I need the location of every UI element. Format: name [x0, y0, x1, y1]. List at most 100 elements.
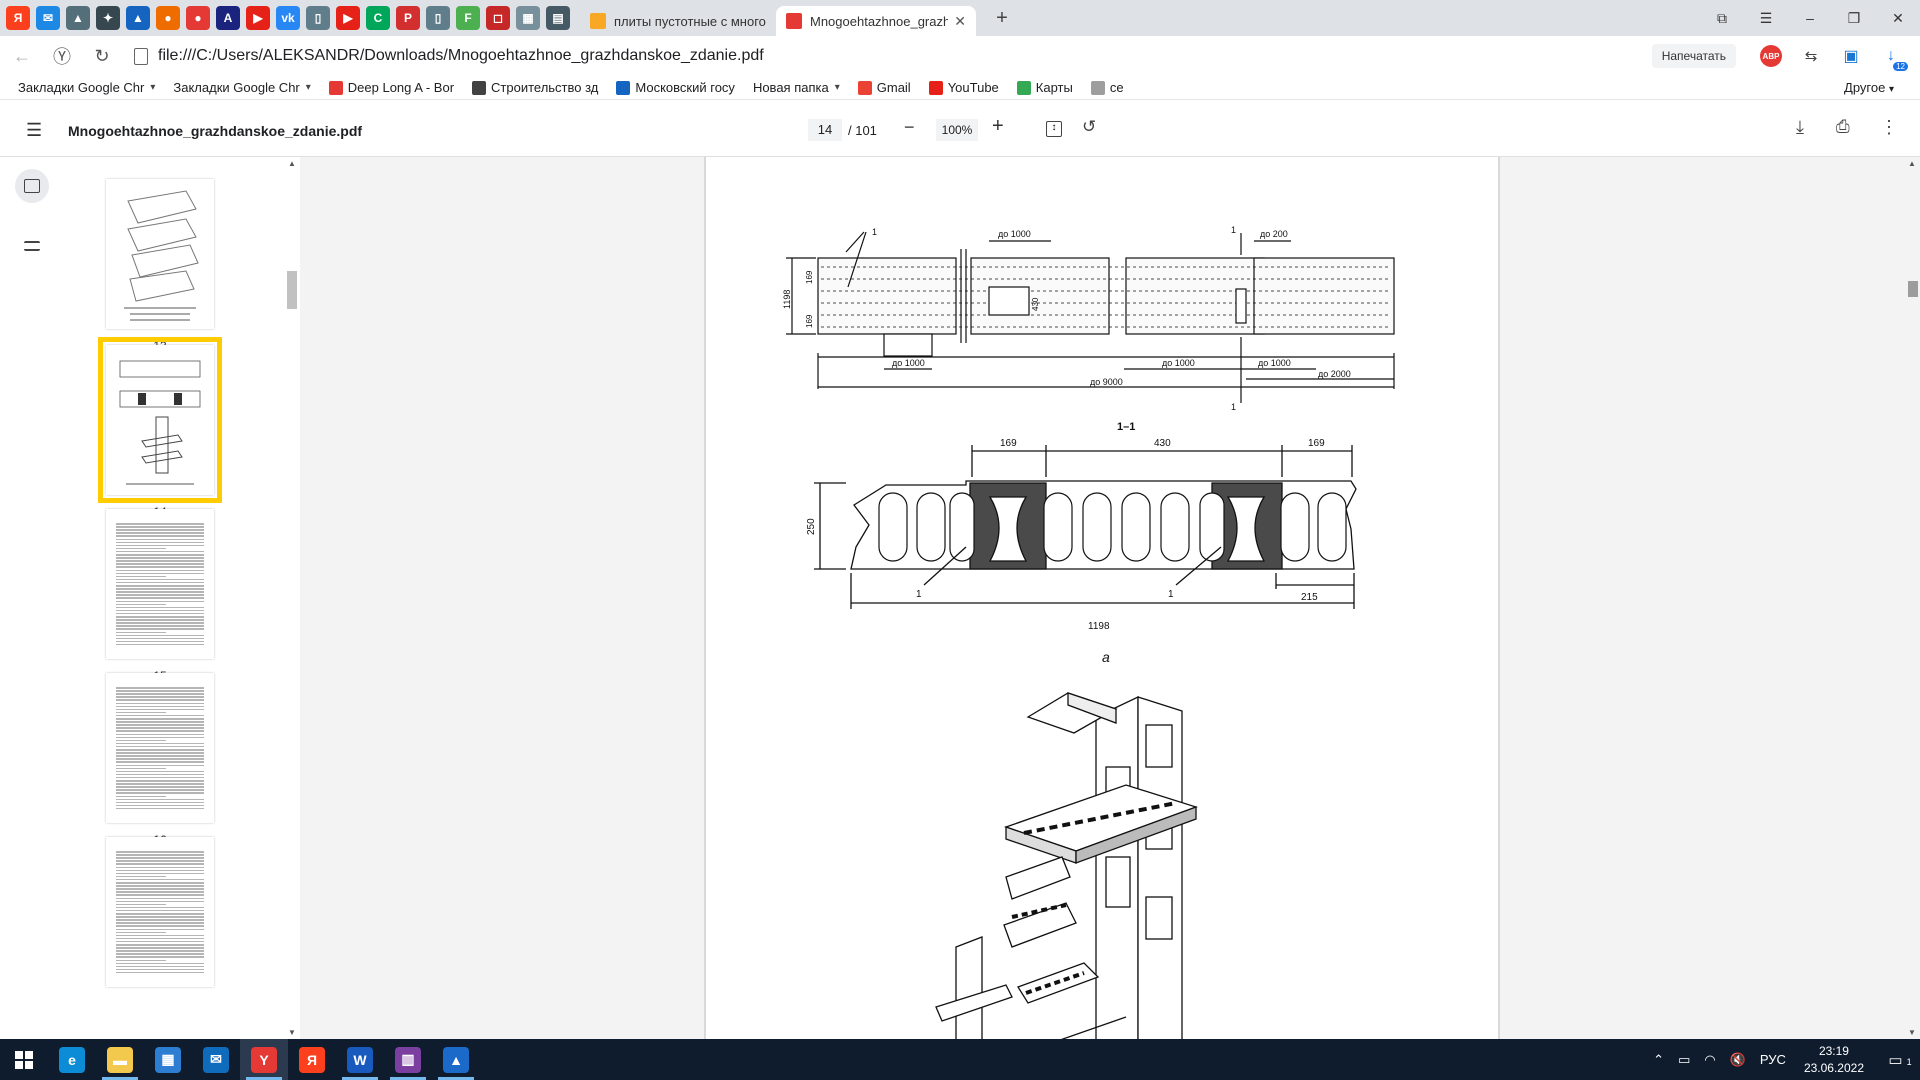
page-number-input[interactable]: 14: [808, 119, 842, 141]
bookmark-item[interactable]: се: [1090, 80, 1124, 95]
document-icon[interactable]: ▯: [426, 6, 450, 30]
menu-hamburger-icon[interactable]: ☰: [26, 120, 46, 141]
scroll-down-icon[interactable]: ▼: [288, 1028, 296, 1037]
print-icon[interactable]: ⎙: [1836, 117, 1850, 137]
bookmark-label: се: [1109, 80, 1124, 95]
bookmark-item[interactable]: Московский госу: [616, 80, 735, 95]
bookmark-red-icon[interactable]: ◻: [486, 6, 510, 30]
bookmark-item[interactable]: Новая папка ▾: [753, 80, 840, 95]
triangle-blue-icon[interactable]: ▲: [126, 6, 150, 30]
document-icon[interactable]: ▯: [306, 6, 330, 30]
rotate-icon[interactable]: ↺: [1082, 117, 1096, 137]
green-f-icon[interactable]: F: [456, 6, 480, 30]
zoom-out-icon[interactable]: −: [904, 117, 915, 138]
bookmark-item[interactable]: Gmail: [857, 80, 911, 95]
page-thumbnail[interactable]: [106, 837, 214, 987]
scroll-thumb[interactable]: [1908, 281, 1918, 297]
youtube-icon[interactable]: ▶: [246, 6, 270, 30]
bookmark-item[interactable]: Deep Long A - Bor: [328, 80, 454, 95]
tab-close-icon[interactable]: ✕: [954, 13, 966, 30]
outline-view-button[interactable]: [15, 229, 49, 263]
fit-page-icon[interactable]: ↕: [1046, 121, 1062, 137]
scroll-down-icon[interactable]: ▼: [1908, 1028, 1916, 1037]
screenshot-icon[interactable]: ▣: [1840, 45, 1862, 67]
collections-icon[interactable]: ⧉: [1700, 10, 1744, 27]
dim-169-b: 169: [805, 314, 814, 328]
red-drop-icon[interactable]: ●: [186, 6, 210, 30]
bookmark-item[interactable]: Закладки Google Chr ▾: [173, 80, 310, 95]
page-thumbnail[interactable]: [106, 179, 214, 329]
tab-plity[interactable]: плиты пустотные с многог: [580, 6, 776, 36]
yandex-icon[interactable]: Я: [6, 6, 30, 30]
notification-count: 1: [1906, 1056, 1912, 1067]
download-icon[interactable]: ⤓: [1796, 117, 1804, 138]
menu-icon[interactable]: ☰: [1744, 10, 1788, 27]
more-vert-icon[interactable]: ⋮: [1880, 117, 1898, 138]
print-button[interactable]: Напечатать: [1651, 44, 1736, 68]
dim-upto-2000: до 2000: [1318, 369, 1351, 379]
bookmarks-other-folder[interactable]: Другое ▾: [1844, 80, 1894, 95]
start-button[interactable]: [0, 1039, 48, 1080]
star-icon[interactable]: ✦: [96, 6, 120, 30]
tab-label: плиты пустотные с многог: [614, 13, 766, 29]
close-button[interactable]: ✕: [1876, 10, 1920, 27]
pdf-icon[interactable]: P: [396, 6, 420, 30]
document-viewer[interactable]: 1 до 1000 1 до 200 1198 169 169 430 до 1…: [300, 157, 1904, 1039]
speaker-muted-icon[interactable]: 🔇: [1730, 1052, 1746, 1068]
new-tab-button[interactable]: +: [990, 7, 1014, 30]
translate-icon[interactable]: ⇆: [1800, 45, 1822, 67]
downloads-icon[interactable]: ↓ 12: [1880, 45, 1908, 71]
image-icon[interactable]: ▦: [516, 6, 540, 30]
scroll-thumb[interactable]: [287, 271, 297, 309]
notifications-button[interactable]: ▭ 1: [1880, 1051, 1920, 1069]
bookmark-item[interactable]: Закладки Google Chr ▾: [18, 80, 155, 95]
zoom-in-icon[interactable]: +: [992, 115, 1004, 138]
page-thumbnail[interactable]: [98, 337, 222, 503]
academia-icon[interactable]: A: [216, 6, 240, 30]
back-arrow-icon[interactable]: ←: [4, 46, 40, 67]
taskbar-app[interactable]: ▥: [384, 1039, 432, 1080]
taskbar-app[interactable]: Я: [288, 1039, 336, 1080]
vk-icon[interactable]: vk: [276, 6, 300, 30]
taskbar-app[interactable]: e: [48, 1039, 96, 1080]
thumbnails-view-button[interactable]: [15, 169, 49, 203]
taskbar-app[interactable]: ▲: [432, 1039, 480, 1080]
language-indicator[interactable]: РУС: [1760, 1052, 1786, 1067]
minimize-button[interactable]: –: [1788, 10, 1832, 26]
yandex-logo-icon[interactable]: Ⓨ: [44, 43, 80, 69]
thumbnail-text-line: [116, 739, 166, 742]
page-thumbnail[interactable]: [106, 509, 214, 659]
taskbar-app[interactable]: ▬: [96, 1039, 144, 1080]
youtube-icon[interactable]: ▶: [336, 6, 360, 30]
tab-pdf-active[interactable]: Mnogoehtazhnoe_grazh ✕: [776, 6, 976, 36]
clock[interactable]: 23:19 23.06.2022: [1804, 1043, 1864, 1077]
adblock-icon[interactable]: ABP: [1760, 45, 1782, 67]
taskbar-app[interactable]: W: [336, 1039, 384, 1080]
refresh-green-icon[interactable]: C: [366, 6, 390, 30]
restore-button[interactable]: ❐: [1832, 10, 1876, 27]
battery-icon[interactable]: ▭: [1678, 1052, 1690, 1068]
calendar-icon[interactable]: ▤: [546, 6, 570, 30]
taskbar-app[interactable]: ✉: [192, 1039, 240, 1080]
thumbnail-text-line: [116, 714, 204, 717]
thumbnail-text-line: [116, 953, 204, 955]
reload-icon[interactable]: ↻: [84, 46, 120, 67]
bookmark-item[interactable]: Карты: [1016, 80, 1073, 95]
globe-icon[interactable]: ●: [156, 6, 180, 30]
mail-icon[interactable]: ✉: [36, 6, 60, 30]
page-thumbnail[interactable]: [106, 673, 214, 823]
document-scrollbar[interactable]: ▲ ▼: [1904, 157, 1920, 1039]
bookmark-item[interactable]: YouTube: [928, 80, 999, 95]
thumbnail-text-line: [116, 925, 204, 927]
scroll-up-icon[interactable]: ▲: [1908, 159, 1916, 168]
zoom-input[interactable]: 100%: [936, 119, 978, 141]
thumbnail-scrollbar[interactable]: ▲ ▼: [284, 157, 300, 1039]
bookmark-item[interactable]: Строительство зд: [472, 80, 598, 95]
scroll-up-icon[interactable]: ▲: [288, 159, 296, 168]
wifi-icon[interactable]: ◠: [1704, 1052, 1715, 1068]
chevron-up-icon[interactable]: ⌃: [1653, 1052, 1664, 1068]
taskbar-app[interactable]: Y: [240, 1039, 288, 1080]
url-field[interactable]: file:///C:/Users/ALEKSANDR/Downloads/Mno…: [158, 47, 1652, 65]
triangle-icon[interactable]: ▲: [66, 6, 90, 30]
taskbar-app[interactable]: ▦: [144, 1039, 192, 1080]
